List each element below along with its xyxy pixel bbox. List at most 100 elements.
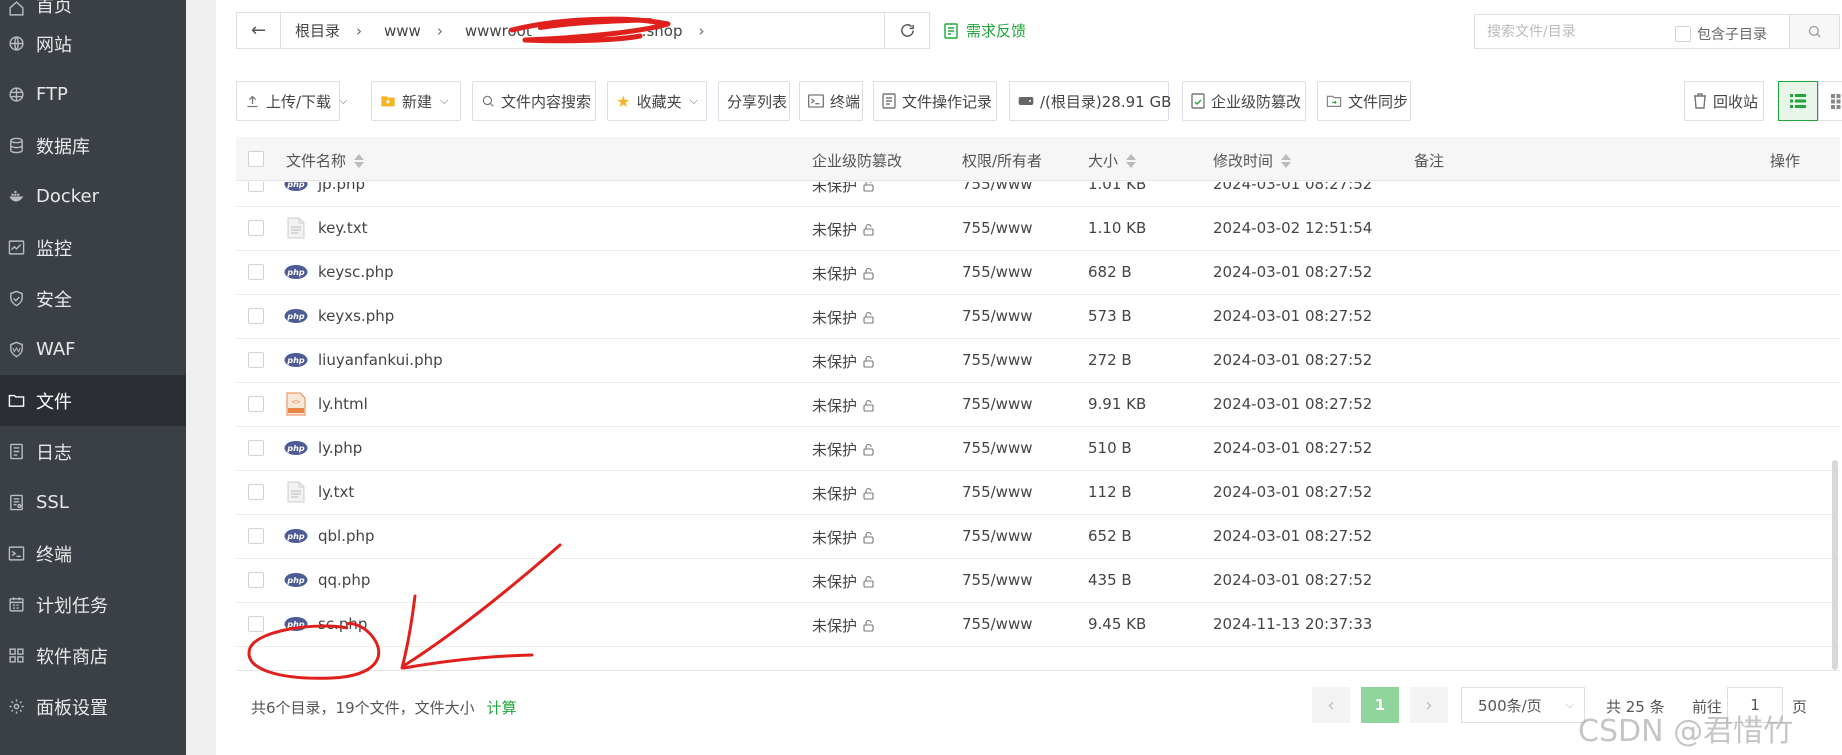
table-row[interactable]: php keysc.php 未保护 755/www 682 B 2024-03-01 08… [236, 250, 1840, 295]
file-name-cell[interactable]: php sc.php [284, 612, 367, 636]
table-row[interactable]: php liuyanfankui.php 未保护 755/www 272 B 2024-0… [236, 338, 1840, 383]
new-button[interactable]: 新建 ⌵ [371, 81, 461, 121]
sidebar-item-10[interactable]: SSL [0, 477, 186, 528]
file-name-cell[interactable]: php jp.php [284, 182, 365, 196]
file-name-cell[interactable]: <> ly.html [284, 392, 368, 416]
file-name-cell[interactable]: php keysc.php [284, 260, 394, 284]
protect-status-cell[interactable]: 未保护 [812, 263, 874, 284]
sidebar-item-14[interactable]: 面板设置 [0, 681, 186, 732]
list-view-button[interactable] [1778, 81, 1818, 121]
file-name-cell[interactable]: ly.txt [284, 480, 354, 504]
permission-cell[interactable]: 755/www [962, 483, 1033, 501]
breadcrumb-item-root[interactable]: 根目录 › [295, 20, 384, 41]
row-checkbox[interactable] [248, 440, 264, 456]
disk-usage-button[interactable]: /(根目录)28.91 GB [1009, 81, 1171, 121]
permission-cell[interactable]: 755/www [962, 182, 1033, 193]
sidebar-item-11[interactable]: 终端 [0, 528, 186, 579]
upload-download-button[interactable]: 上传/下载 ⌵ [236, 81, 347, 121]
table-row[interactable]: ly.txt 未保护 755/www 112 B 2024-03-01 08:27:52 [236, 470, 1840, 515]
row-checkbox[interactable] [248, 572, 264, 588]
feedback-link[interactable]: 需求反馈 [944, 20, 1026, 41]
permission-cell[interactable]: 755/www [962, 351, 1033, 369]
column-header-size[interactable]: 大小 [1088, 150, 1137, 171]
permission-cell[interactable]: 755/www [962, 307, 1033, 325]
row-checkbox[interactable] [248, 182, 264, 192]
sidebar-item-1[interactable]: 网站 [0, 18, 186, 69]
row-checkbox[interactable] [248, 264, 264, 280]
sidebar-item-13[interactable]: 软件商店 [0, 630, 186, 681]
include-subdir-checkbox[interactable]: 包含子目录 [1675, 24, 1767, 44]
protect-status-cell[interactable]: 未保护 [812, 483, 874, 504]
protect-status-cell[interactable]: 未保护 [812, 395, 874, 416]
permission-cell[interactable]: 755/www [962, 219, 1033, 237]
protect-status-cell[interactable]: 未保护 [812, 182, 874, 196]
prev-page-button[interactable]: ‹ [1312, 687, 1350, 723]
share-list-button[interactable]: 分享列表 [718, 81, 790, 121]
permission-cell[interactable]: 755/www [962, 439, 1033, 457]
grid-view-button[interactable] [1818, 81, 1842, 121]
protect-status-cell[interactable]: 未保护 [812, 351, 874, 372]
page-size-select[interactable]: 500条/页 ⌵ [1461, 687, 1585, 723]
permission-cell[interactable]: 755/www [962, 263, 1033, 281]
table-row[interactable]: php sc.php 未保护 755/www 9.45 KB 2024-11-13 20:… [236, 602, 1840, 647]
row-checkbox[interactable] [248, 484, 264, 500]
scrollbar[interactable] [1832, 460, 1838, 670]
file-name-cell[interactable]: php qbl.php [284, 524, 375, 548]
sidebar-item-4[interactable]: Docker [0, 171, 186, 222]
content-search-button[interactable]: 文件内容搜索 [472, 81, 596, 121]
table-row[interactable]: <> ly.html 未保护 755/www 9.91 KB 2024-03-01 08:… [236, 382, 1840, 427]
table-row[interactable]: php keyxs.php 未保护 755/www 573 B 2024-03-01 08… [236, 294, 1840, 339]
search-button[interactable] [1789, 15, 1839, 48]
breadcrumb-item-wwwroot[interactable]: wwwroot .shop › [465, 22, 727, 40]
protect-status-cell[interactable]: 未保护 [812, 439, 874, 460]
table-row[interactable]: php ly.php 未保护 755/www 510 B 2024-03-01 08:27… [236, 426, 1840, 471]
sidebar-item-0[interactable]: 首页 [0, 0, 186, 18]
table-row[interactable]: php jp.php 未保护 755/www 1.01 KB 2024-03-01 08:… [236, 182, 1840, 207]
row-checkbox[interactable] [248, 220, 264, 236]
tamper-protection-button[interactable]: 企业级防篡改 [1182, 81, 1306, 121]
next-page-button[interactable]: › [1410, 687, 1448, 723]
checkbox[interactable] [1675, 26, 1691, 42]
terminal-button[interactable]: 终端 [799, 81, 863, 121]
breadcrumb-item-www[interactable]: www › [384, 22, 465, 40]
table-row[interactable]: key.txt 未保护 755/www 1.10 KB 2024-03-02 12:51… [236, 206, 1840, 251]
table-row[interactable]: php qq.php 未保护 755/www 435 B 2024-03-01 08:27… [236, 558, 1840, 603]
row-checkbox[interactable] [248, 528, 264, 544]
protect-status-cell[interactable]: 未保护 [812, 219, 874, 240]
protect-status-cell[interactable]: 未保护 [812, 571, 874, 592]
favorites-button[interactable]: ★ 收藏夹 ⌵ [607, 81, 707, 121]
sidebar-item-9[interactable]: 日志 [0, 426, 186, 477]
recycle-bin-button[interactable]: 回收站 [1684, 81, 1764, 121]
select-all-checkbox[interactable] [248, 151, 264, 167]
sidebar-item-2[interactable]: FTP [0, 69, 186, 120]
row-checkbox[interactable] [248, 352, 264, 368]
back-button[interactable]: ← [237, 13, 281, 48]
protect-status-cell[interactable]: 未保护 [812, 615, 874, 636]
table-row[interactable]: php qbl.php 未保护 755/www 652 B 2024-03-01 08:2… [236, 514, 1840, 559]
permission-cell[interactable]: 755/www [962, 571, 1033, 589]
file-name-cell[interactable]: php keyxs.php [284, 304, 394, 328]
row-checkbox[interactable] [248, 308, 264, 324]
file-operation-log-button[interactable]: 文件操作记录 [873, 81, 997, 121]
sidebar-item-7[interactable]: WAF [0, 324, 186, 375]
permission-cell[interactable]: 755/www [962, 395, 1033, 413]
file-sync-button[interactable]: 文件同步 [1317, 81, 1411, 121]
search-input[interactable] [1475, 15, 1675, 48]
column-header-name[interactable]: 文件名称 [286, 150, 365, 171]
file-name-cell[interactable]: php ly.php [284, 436, 362, 460]
file-name-cell[interactable]: php liuyanfankui.php [284, 348, 443, 372]
sidebar-item-12[interactable]: 计划任务 [0, 579, 186, 630]
sidebar-item-5[interactable]: 监控 [0, 222, 186, 273]
column-header-mtime[interactable]: 修改时间 [1213, 150, 1292, 171]
sidebar-item-8[interactable]: 文件 [0, 375, 186, 426]
page-number-current[interactable]: 1 [1361, 687, 1399, 723]
refresh-button[interactable] [884, 13, 930, 48]
row-checkbox[interactable] [248, 396, 264, 412]
sidebar-item-6[interactable]: 安全 [0, 273, 186, 324]
protect-status-cell[interactable]: 未保护 [812, 307, 874, 328]
sidebar-item-3[interactable]: 数据库 [0, 120, 186, 171]
row-checkbox[interactable] [248, 616, 264, 632]
permission-cell[interactable]: 755/www [962, 527, 1033, 545]
permission-cell[interactable]: 755/www [962, 615, 1033, 633]
file-name-cell[interactable]: php qq.php [284, 568, 370, 592]
